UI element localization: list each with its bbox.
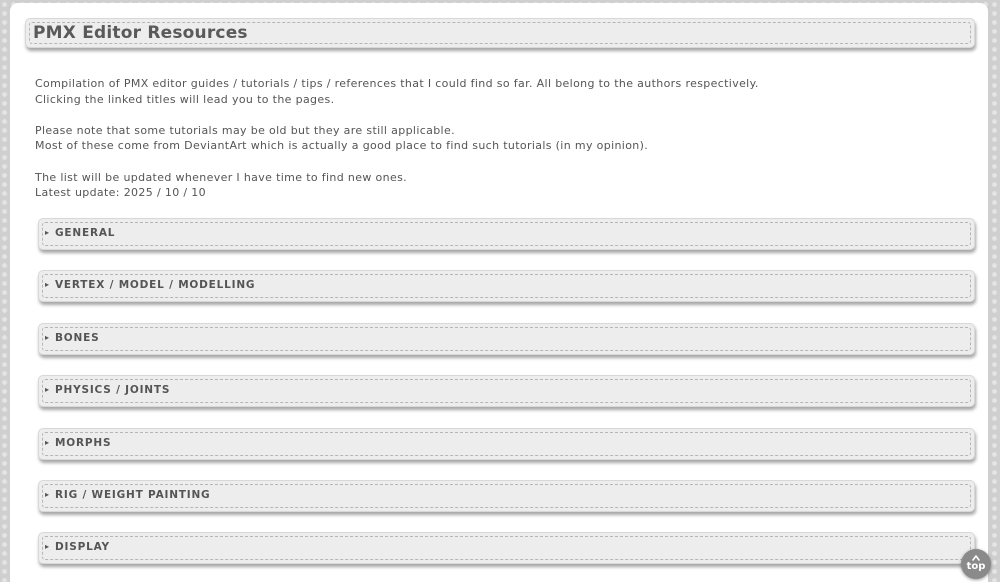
intro-line: Please note that some tutorials may be o…: [35, 123, 455, 137]
intro-line: The list will be updated whenever I have…: [35, 170, 407, 184]
collapse-triangle-icon: ▸: [45, 385, 50, 394]
section-physics-joints[interactable]: ▸ PHYSICS / JOINTS: [38, 375, 975, 407]
collapse-triangle-icon: ▸: [45, 490, 50, 499]
scroll-to-top-label: top: [966, 561, 986, 572]
intro-text: Compilation of PMX editor guides / tutor…: [35, 76, 965, 201]
section-vertex-model-modelling[interactable]: ▸ VERTEX / MODEL / MODELLING: [38, 270, 975, 302]
intro-line: Compilation of PMX editor guides / tutor…: [35, 77, 759, 90]
intro-line: Clicking the linked titles will lead you…: [35, 92, 335, 106]
collapse-triangle-icon: ▸: [45, 333, 50, 342]
section-label: DISPLAY: [55, 541, 110, 553]
intro-line: Most of these come from DeviantArt which…: [35, 139, 649, 153]
section-general[interactable]: ▸ GENERAL: [38, 218, 975, 250]
latest-update: Latest update: 2025 / 10 / 10: [35, 186, 206, 200]
page-title: PMX Editor Resources: [33, 23, 248, 43]
section-label: MORPHS: [55, 437, 112, 449]
section-label: PHYSICS / JOINTS: [55, 384, 171, 396]
section-label: GENERAL: [55, 227, 116, 239]
content-panel: PMX Editor Resources Compilation of PMX …: [10, 3, 988, 582]
section-display[interactable]: ▸ DISPLAY: [38, 532, 975, 564]
page-title-bar: PMX Editor Resources: [25, 18, 975, 48]
collapse-triangle-icon: ▸: [45, 542, 50, 551]
section-bones[interactable]: ▸ BONES: [38, 323, 975, 355]
collapse-triangle-icon: ▸: [45, 228, 50, 237]
section-label: RIG / WEIGHT PAINTING: [55, 489, 211, 501]
scroll-to-top-button[interactable]: top: [961, 549, 991, 579]
section-morphs[interactable]: ▸ MORPHS: [38, 428, 975, 460]
section-rig-weight-painting[interactable]: ▸ RIG / WEIGHT PAINTING: [38, 480, 975, 512]
section-label: BONES: [55, 332, 100, 344]
collapse-triangle-icon: ▸: [45, 438, 50, 447]
collapse-triangle-icon: ▸: [45, 280, 50, 289]
section-label: VERTEX / MODEL / MODELLING: [55, 279, 256, 291]
